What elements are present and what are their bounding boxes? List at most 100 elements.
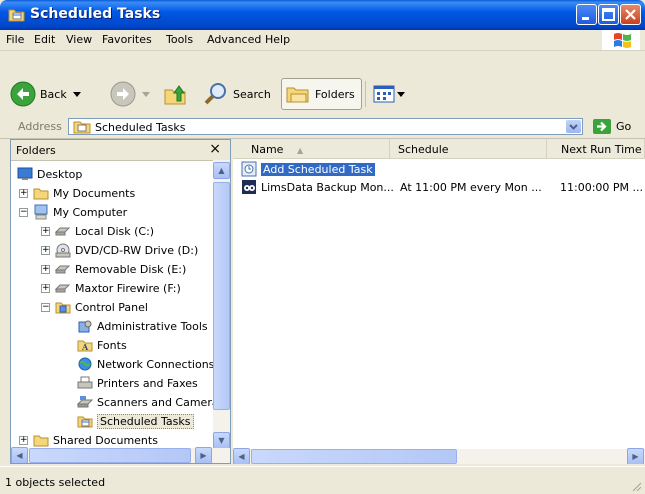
tree-item-label: Control Panel — [75, 300, 148, 314]
file-list-horizontal-scrollbar[interactable]: ◀ ▶ — [233, 448, 645, 464]
menu-tools[interactable]: Tools — [166, 33, 193, 46]
address-label: Address — [18, 120, 62, 133]
folder-tree-horizontal-scrollbar[interactable]: ◀ ▶ — [11, 447, 230, 463]
column-header-next-run-time[interactable]: Next Run Time — [547, 139, 645, 159]
column-header-schedule[interactable]: Schedule — [390, 139, 547, 159]
menu-help[interactable]: Help — [265, 33, 290, 46]
menu-edit[interactable]: Edit — [34, 33, 55, 46]
tree-item[interactable]: Scanners and Cameras — [77, 393, 224, 411]
tree-item[interactable]: A Fonts — [77, 336, 127, 354]
column-header-name[interactable]: Name ▲ — [233, 139, 390, 159]
tree-item[interactable]: − My Computer — [19, 203, 127, 221]
back-button[interactable]: Back — [10, 79, 83, 109]
scheduled-tasks-icon — [77, 416, 93, 428]
tree-expander[interactable]: + — [41, 283, 50, 293]
tree-expander[interactable]: − — [19, 207, 28, 217]
tree-item[interactable]: + DVD/CD-RW Drive (D:) — [41, 241, 198, 259]
menu-favorites[interactable]: Favorites — [102, 33, 152, 46]
folders-pane-close-icon[interactable]: × — [209, 141, 221, 157]
list-item[interactable]: Add Scheduled Task — [233, 161, 645, 178]
tree-item[interactable]: + My Documents — [19, 184, 135, 202]
tree-expander[interactable]: + — [41, 226, 50, 236]
toolbar-separator — [365, 81, 366, 107]
tree-item-label: Administrative Tools — [97, 319, 208, 333]
scroll-thumb[interactable] — [251, 449, 457, 464]
tree-item[interactable]: − Control Panel — [41, 298, 148, 316]
scroll-left-button[interactable]: ◀ — [233, 448, 250, 464]
scroll-thumb[interactable] — [213, 182, 230, 410]
tree-item-label: Network Connections — [97, 357, 215, 371]
scroll-down-button[interactable]: ▼ — [213, 432, 230, 449]
folder-tree-vertical-scrollbar[interactable]: ▲ ▼ — [213, 160, 230, 450]
disk-icon — [55, 284, 71, 293]
column-name-label: Name — [251, 143, 284, 156]
forward-arrow-icon — [110, 81, 136, 107]
back-dropdown-icon[interactable] — [71, 89, 83, 99]
tree-item[interactable]: + Maxtor Firewire (F:) — [41, 279, 181, 297]
explorer-window: Scheduled Tasks File Edit View Favorites… — [0, 0, 645, 494]
disk-icon — [55, 227, 71, 236]
back-label: Back — [40, 87, 67, 101]
views-button[interactable] — [373, 79, 406, 109]
forward-button[interactable] — [110, 79, 152, 109]
tree-item[interactable]: Administrative Tools — [77, 317, 208, 335]
folders-icon — [286, 87, 309, 103]
tree-expander[interactable]: + — [19, 435, 28, 445]
go-label: Go — [616, 120, 632, 133]
folders-pane-title: Folders — [16, 144, 56, 157]
search-button[interactable]: Search — [203, 79, 271, 109]
close-icon — [625, 9, 636, 20]
tree-item[interactable]: + Local Disk (C:) — [41, 222, 154, 240]
folders-pane: Folders × Desktop + My Documents − My Comput… — [10, 139, 231, 464]
svg-text:A: A — [81, 342, 89, 352]
list-item-schedule: At 11:00 PM every Mon ... — [400, 181, 542, 194]
tree-expander[interactable]: + — [41, 264, 50, 274]
menu-file[interactable]: File — [6, 33, 24, 46]
go-button[interactable]: Go — [592, 118, 631, 135]
scroll-up-button[interactable]: ▲ — [213, 162, 230, 179]
address-dropdown-button[interactable] — [566, 120, 581, 133]
forward-dropdown-icon[interactable] — [140, 89, 152, 99]
views-dropdown-icon[interactable] — [396, 89, 406, 99]
back-arrow-icon — [10, 81, 36, 107]
tree-item[interactable]: + Shared Documents — [19, 431, 158, 449]
scroll-thumb[interactable] — [29, 448, 191, 463]
tree-item-label: Shared Documents — [53, 433, 158, 447]
menu-view[interactable]: View — [66, 33, 92, 46]
tree-item-label: Scheduled Tasks — [97, 413, 194, 429]
up-folder-icon — [164, 85, 186, 105]
maximize-button[interactable] — [598, 4, 619, 25]
tree-item[interactable]: Network Connections — [77, 355, 214, 373]
folders-button[interactable]: Folders — [281, 78, 362, 110]
desktop-icon — [17, 167, 33, 180]
tree-item[interactable]: Scheduled Tasks — [77, 412, 194, 430]
menu-bar: File Edit View Favorites Tools Advanced … — [0, 30, 645, 51]
list-item[interactable]: LimsData Backup Mon... At 11:00 PM every … — [233, 179, 645, 196]
views-icon — [373, 85, 395, 103]
up-folder-button[interactable] — [162, 79, 188, 109]
list-item-name-cell: LimsData Backup Mon... — [241, 179, 394, 195]
scroll-left-button[interactable]: ◀ — [11, 447, 28, 463]
tree-item[interactable]: + Removable Disk (E:) — [41, 260, 186, 278]
status-text: 1 objects selected — [5, 476, 106, 489]
menu-advanced[interactable]: Advanced — [207, 33, 261, 46]
tree-expander[interactable]: − — [41, 302, 50, 312]
tree-item-label: DVD/CD-RW Drive (D:) — [75, 243, 199, 257]
tree-item-label: Printers and Faxes — [97, 376, 198, 390]
minimize-button[interactable] — [576, 4, 597, 25]
chevron-down-icon — [569, 124, 578, 130]
tree-item[interactable]: Desktop — [17, 165, 82, 183]
add-task-icon — [241, 161, 257, 177]
resize-grip-icon[interactable] — [630, 480, 642, 492]
windows-logo — [602, 30, 640, 50]
address-field[interactable]: Scheduled Tasks — [68, 118, 583, 135]
scroll-right-button[interactable]: ▶ — [195, 447, 212, 463]
title-bar[interactable]: Scheduled Tasks — [0, 0, 645, 30]
scheduled-tasks-folder-icon — [73, 121, 91, 134]
tree-item[interactable]: Printers and Faxes — [77, 374, 198, 392]
tree-expander[interactable]: + — [41, 245, 50, 255]
scroll-right-button[interactable]: ▶ — [627, 448, 644, 464]
address-value: Scheduled Tasks — [95, 121, 186, 134]
close-button[interactable] — [620, 4, 641, 25]
tree-expander[interactable]: + — [19, 188, 28, 198]
